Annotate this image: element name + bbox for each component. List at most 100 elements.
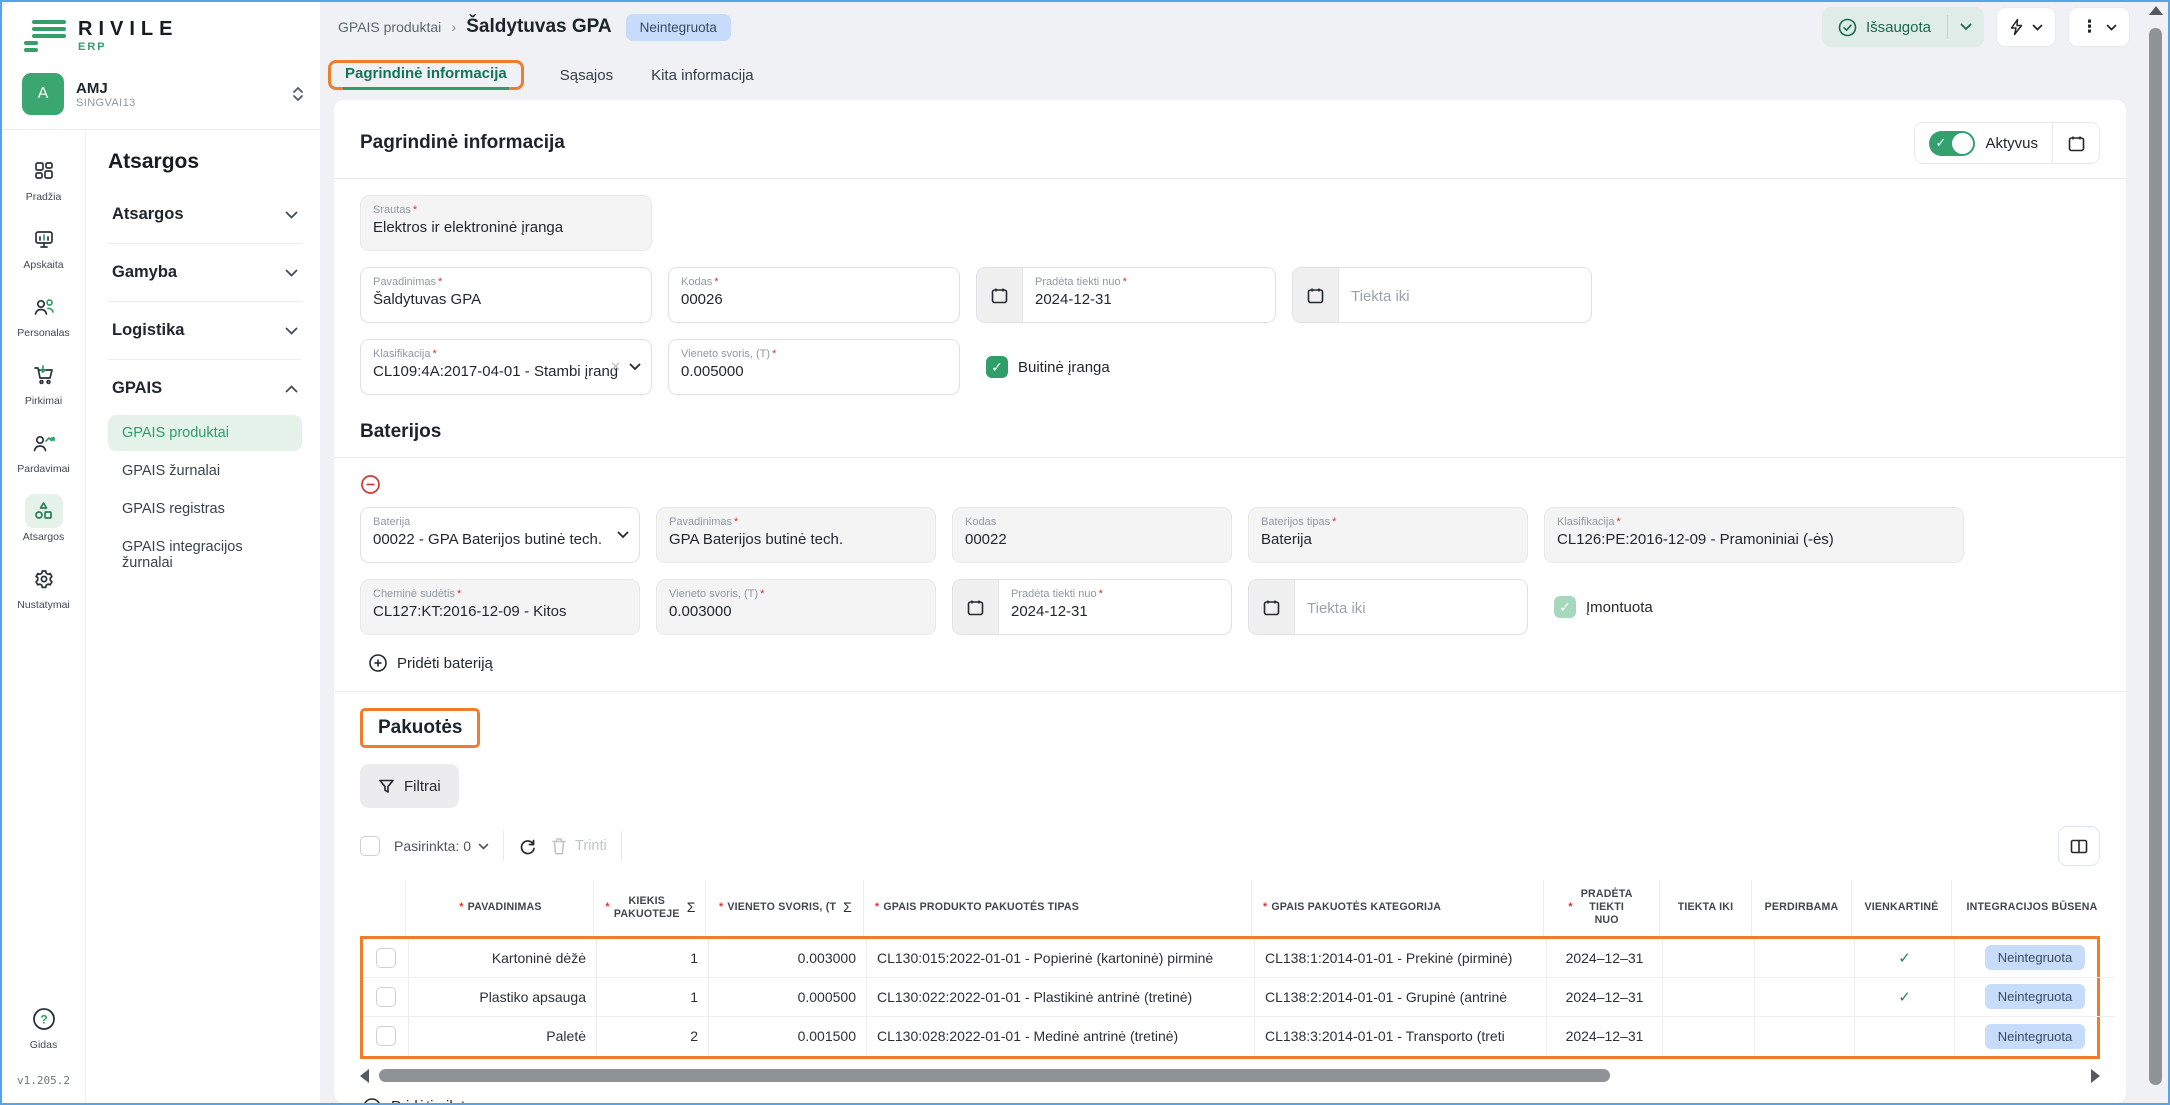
row-checkbox[interactable] <box>376 948 396 968</box>
breadcrumb-parent[interactable]: GPAIS produktai <box>338 19 441 35</box>
sidebar-item-pardavimai[interactable]: Pardavimai <box>8 420 80 481</box>
row-checkbox[interactable] <box>376 987 396 1007</box>
lightning-icon <box>2009 18 2024 36</box>
help-question-icon: ? <box>25 1002 63 1036</box>
delete-button[interactable]: Trinti <box>551 837 607 855</box>
vertical-scrollbar[interactable] <box>2148 6 2163 1099</box>
field-tiekta-iki[interactable]: Tiekta iki <box>1292 267 1592 323</box>
select-all-checkbox[interactable] <box>360 836 380 856</box>
scroll-up-icon <box>2149 6 2163 15</box>
user-company: SINGVAI13 <box>76 97 136 109</box>
sales-person-icon <box>25 426 63 460</box>
menu-section-gpais[interactable]: GPAIS <box>108 366 302 411</box>
calendar-icon[interactable] <box>1293 268 1339 322</box>
field-baterija-select[interactable]: Baterija 00022 - GPA Baterijos butinė te… <box>360 507 640 563</box>
clear-icon[interactable]: ✕ <box>610 359 621 375</box>
user-name: AMJ <box>76 80 136 97</box>
field-baterija-kodas: Kodas 00022 <box>952 507 1232 563</box>
selected-count-dropdown[interactable]: Pasirinkta: 0 <box>394 838 489 854</box>
checkbox-buitine-iranga[interactable]: ✓ Buitinė įranga <box>986 356 1110 378</box>
section-title-pakuotes: Pakuotės <box>378 717 462 738</box>
field-vieneto-svoris[interactable]: Vieneto svoris, (T)* 0.005000 <box>668 339 960 395</box>
calendar-icon[interactable] <box>977 268 1023 322</box>
sidebar-item-gidas[interactable]: ? Gidas <box>8 996 80 1057</box>
menu-section-logistika[interactable]: Logistika <box>108 308 302 353</box>
tab-kita-informacija[interactable]: Kita informacija <box>649 61 756 90</box>
tab-pagrindine-informacija[interactable]: Pagrindinė informacija <box>343 59 509 90</box>
column-settings-button[interactable] <box>2058 826 2100 866</box>
menu-section-atsargos[interactable]: Atsargos <box>108 192 302 237</box>
field-srautas: Srautas* Elektros ir elektroninė įranga <box>360 195 652 251</box>
header-pavadinimas: *PAVADINIMAS <box>406 880 594 936</box>
header-integracijos-busena: INTEGRACIJOS BŪSENA <box>1952 880 2112 936</box>
save-split-button[interactable]: Išsaugota <box>1822 7 1984 47</box>
sidebar-item-gpais-produktai[interactable]: GPAIS produktai <box>108 415 302 451</box>
sidebar-item-apskaita[interactable]: Apskaita <box>8 216 80 277</box>
menu-title: Atsargos <box>108 150 302 174</box>
check-icon: ✓ <box>1898 988 1911 1006</box>
field-pradeta-tiekti-nuo[interactable]: Pradėta tiekti nuo* 2024-12-31 <box>976 267 1276 323</box>
user-switch-icon[interactable] <box>292 86 304 102</box>
save-dropdown-chevron[interactable] <box>1948 23 1984 31</box>
filters-button[interactable]: Filtrai <box>360 764 459 808</box>
content-card: Pagrindinė informacija ✓ Aktyvus Srautas… <box>334 100 2126 1103</box>
header-tiekta-iki: TIEKTA IKI <box>1660 880 1752 936</box>
refresh-button[interactable] <box>518 837 537 856</box>
tab-sasajos[interactable]: Sąsajos <box>558 61 615 90</box>
horizontal-scrollbar[interactable] <box>360 1069 2100 1083</box>
sidebar-item-atsargos[interactable]: Atsargos <box>8 488 80 549</box>
trash-icon <box>551 837 567 855</box>
header-pradeta: *PRADĖTA TIEKTI NUO <box>1544 880 1660 936</box>
sidebar-item-pradzia[interactable]: Pradžia <box>8 148 80 209</box>
table-row[interactable]: Paletė 2 0.001500 CL130:028:2022-01-01 -… <box>363 1017 2097 1056</box>
sum-icon[interactable]: Σ <box>687 899 696 917</box>
horizontal-scroll-thumb[interactable] <box>379 1069 1610 1082</box>
chevron-down-icon <box>285 327 298 335</box>
sidebar: RIVILE ERP A AMJ SINGVAI13 Pradžia <box>2 2 320 1103</box>
sidebar-item-gpais-registras[interactable]: GPAIS registras <box>108 491 302 527</box>
checkbox-checked-disabled-icon: ✓ <box>1554 596 1576 618</box>
sidebar-item-nustatymai[interactable]: Nustatymai <box>8 556 80 617</box>
add-row-button[interactable]: Pridėti eilutę <box>362 1097 582 1103</box>
plus-circle-icon <box>368 653 388 673</box>
kebab-icon: ⋮ <box>2081 17 2098 37</box>
sum-icon[interactable]: Σ <box>843 899 852 917</box>
actions-lightning-button[interactable] <box>1996 7 2056 47</box>
vertical-scroll-thumb[interactable] <box>2149 28 2162 1085</box>
app-version: v1.205.2 <box>17 1064 70 1103</box>
checkbox-checked-icon: ✓ <box>986 356 1008 378</box>
page-title: Šaldytuvas GPA <box>466 16 611 38</box>
table-header-row: *PAVADINIMAS *KIEKIS PAKUOTEJEΣ *VIENETO… <box>360 880 2100 936</box>
field-klasifikacija[interactable]: Klasifikacija* CL109:4A:2017-04-01 - Sta… <box>360 339 652 395</box>
field-kodas[interactable]: Kodas* 00026 <box>668 267 960 323</box>
remove-battery-button[interactable] <box>360 474 2100 495</box>
history-calendar-button[interactable] <box>2053 122 2099 164</box>
chevron-down-icon <box>285 269 298 277</box>
menu-hamburger-icon[interactable] <box>24 20 66 52</box>
row-checkbox[interactable] <box>376 1026 396 1046</box>
field-pavadinimas[interactable]: Pavadinimas* Šaldytuvas GPA <box>360 267 652 323</box>
svg-text:?: ? <box>40 1013 47 1027</box>
field-baterija-pradeta[interactable]: Pradėta tiekti nuo* 2024-12-31 <box>952 579 1232 635</box>
sidebar-item-gpais-integracijos[interactable]: GPAIS integracijos žurnalai <box>108 529 302 581</box>
table-row[interactable]: Kartoninė dėžė 1 0.003000 CL130:015:2022… <box>363 939 2097 978</box>
sidebar-item-gpais-zurnalai[interactable]: GPAIS žurnalai <box>108 453 302 489</box>
chevron-down-icon <box>629 363 641 371</box>
icon-rail: Pradžia Apskaita Personalas Pirkimai Par… <box>2 130 86 1103</box>
calendar-icon[interactable] <box>1249 580 1295 634</box>
more-options-button[interactable]: ⋮ <box>2068 7 2130 47</box>
field-baterija-tiekta-iki[interactable]: Tiekta iki <box>1248 579 1528 635</box>
columns-icon <box>2070 839 2088 854</box>
active-toggle[interactable]: ✓ <box>1929 131 1975 156</box>
calendar-icon[interactable] <box>953 580 999 634</box>
sidebar-item-pirkimai[interactable]: Pirkimai <box>8 352 80 413</box>
integration-status-badge: Neintegruota <box>1985 945 2085 970</box>
add-battery-button[interactable]: Pridėti bateriją <box>368 653 2100 673</box>
header-kategorija: *GPAIS PAKUOTĖS KATEGORIJA <box>1252 880 1544 936</box>
table-row[interactable]: Plastiko apsauga 1 0.000500 CL130:022:20… <box>363 978 2097 1017</box>
menu-section-gamyba[interactable]: Gamyba <box>108 250 302 295</box>
sidebar-item-personalas[interactable]: Personalas <box>8 284 80 345</box>
annotation-box-pakuotes: Pakuotės <box>360 708 480 748</box>
app-logo[interactable]: RIVILE ERP <box>2 2 320 63</box>
user-switcher[interactable]: A AMJ SINGVAI13 <box>2 63 320 130</box>
